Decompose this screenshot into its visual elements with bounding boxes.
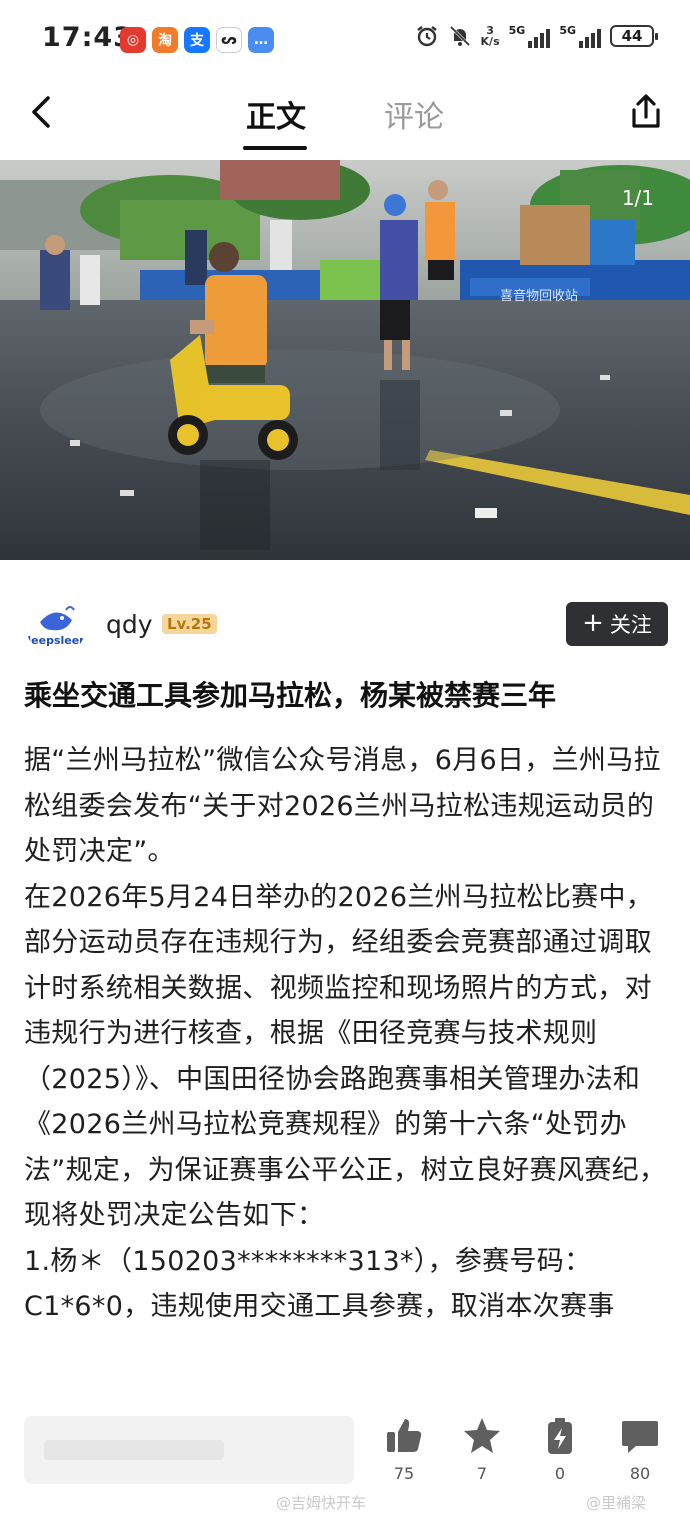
tab-article[interactable]: 正文 bbox=[246, 92, 306, 136]
comment-count: 80 bbox=[629, 1464, 651, 1483]
favorite-count: 7 bbox=[476, 1464, 488, 1483]
plus-icon: + bbox=[582, 608, 604, 638]
article-paragraph: 1.杨＊（150203********313*），参赛号码：C1*6*0，违规使… bbox=[24, 1245, 615, 1323]
whale-icon bbox=[40, 606, 75, 631]
article-photo[interactable]: 喜音物回收站 1/1 bbox=[0, 160, 690, 560]
author-name[interactable]: qdy bbox=[106, 610, 153, 639]
favorite-button[interactable]: 7 bbox=[452, 1416, 512, 1483]
app-icon-message: … bbox=[248, 27, 274, 53]
author-row: leepsleer qdy Lv.25 + 关注 bbox=[0, 590, 690, 662]
status-bar: 17:43 ◎ 淘 支 ᔕ … 3 K/s 5G 5G 44 bbox=[0, 0, 690, 80]
comment-bubble-icon bbox=[622, 1421, 658, 1453]
article-paragraph: 据“兰州马拉松”微信公众号消息，6月6日，兰州马拉松组委会发布“关于对2026兰… bbox=[24, 745, 661, 867]
app-icon-orange: 淘 bbox=[152, 27, 178, 53]
charge-button[interactable]: 0 bbox=[530, 1416, 590, 1483]
bottom-action-bar: 75 7 0 80 @吉姆快开车 @里補梁 bbox=[0, 1398, 690, 1523]
author-avatar[interactable]: leepsleer bbox=[26, 596, 86, 656]
active-tab-indicator bbox=[243, 146, 307, 150]
article-paragraph: 在2026年5月24日举办的2026兰州马拉松比赛中，部分运动员存在违规行为，经… bbox=[24, 881, 667, 1232]
thumbs-up-icon bbox=[387, 1419, 422, 1452]
battery-bolt-icon bbox=[548, 1418, 572, 1454]
comment-input[interactable] bbox=[24, 1416, 354, 1484]
watermark-left: @吉姆快开车 bbox=[276, 1494, 367, 1512]
signal-icon: 5G bbox=[509, 24, 551, 48]
share-icon[interactable] bbox=[626, 92, 666, 132]
signal-icon-2: 5G bbox=[559, 24, 601, 48]
like-button[interactable]: 75 bbox=[374, 1416, 434, 1483]
app-icon-alipay: 支 bbox=[184, 27, 210, 53]
star-icon bbox=[464, 1418, 500, 1453]
watermark-right: @里補梁 bbox=[586, 1494, 647, 1512]
top-nav: 正文 评论 bbox=[0, 80, 690, 160]
mute-bell-icon bbox=[449, 25, 470, 47]
net-speed: 3 K/s bbox=[481, 25, 500, 47]
app-icon-red: ◎ bbox=[120, 27, 146, 53]
photo-scene: 喜音物回收站 bbox=[0, 160, 690, 560]
follow-label: 关注 bbox=[609, 613, 652, 637]
net-speed-unit: K/s bbox=[480, 35, 500, 48]
signal-label-2: 5G bbox=[559, 24, 576, 37]
comment-button[interactable]: 80 bbox=[610, 1416, 670, 1483]
app-icon-white: ᔕ bbox=[216, 27, 242, 53]
level-badge: Lv.25 bbox=[162, 614, 217, 634]
article-headline: 乘坐交通工具参加马拉松，杨某被禁赛三年 bbox=[24, 679, 557, 712]
photo-counter: 1/1 bbox=[621, 186, 654, 210]
alarm-icon bbox=[416, 26, 437, 47]
barrier-banner-text: 喜音物回收站 bbox=[500, 288, 578, 304]
like-count: 75 bbox=[393, 1464, 415, 1483]
avatar-label: leepsleer bbox=[27, 634, 85, 647]
article-body: 据“兰州马拉松”微信公众号消息，6月6日，兰州马拉松组委会发布“关于对2026兰… bbox=[24, 738, 668, 1330]
battery-icon: 44 bbox=[610, 25, 658, 47]
back-arrow-icon[interactable] bbox=[22, 92, 62, 132]
comment-placeholder bbox=[44, 1440, 224, 1460]
tab-comments[interactable]: 评论 bbox=[384, 92, 444, 136]
status-right: 3 K/s 5G 5G 44 bbox=[415, 24, 658, 48]
charge-count: 0 bbox=[554, 1464, 566, 1483]
follow-button[interactable]: + 关注 bbox=[566, 602, 668, 646]
notification-icons: ◎ 淘 支 ᔕ … bbox=[120, 27, 274, 53]
signal-label: 5G bbox=[508, 24, 526, 37]
